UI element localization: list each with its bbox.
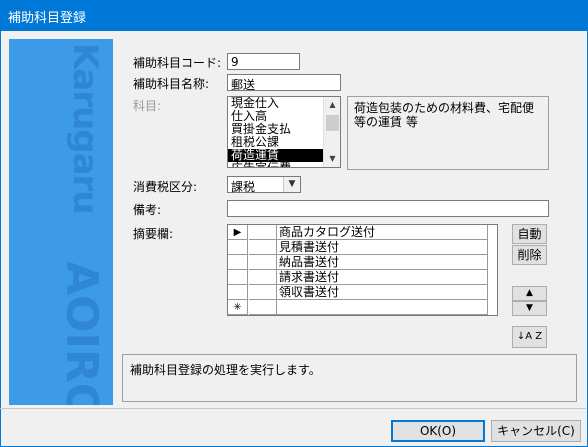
- chevron-down-icon[interactable]: ▼: [283, 177, 300, 192]
- table-cell-summary[interactable]: 請求書送付: [277, 270, 488, 285]
- table-cell-summary[interactable]: 納品書送付: [277, 255, 488, 270]
- scroll-thumb[interactable]: [326, 115, 339, 131]
- move-up-button[interactable]: ▲: [512, 286, 547, 301]
- tax-category-select[interactable]: 課税 ▼: [227, 176, 301, 194]
- table-cell-blank[interactable]: [249, 255, 277, 270]
- row-selector[interactable]: [228, 270, 248, 285]
- account-description: 荷造包装のための材料費、宅配便等の運賃 等: [347, 96, 549, 170]
- table-cell-summary[interactable]: 商品カタログ送付: [277, 225, 488, 240]
- brand-logo-top: Karugaru: [65, 43, 105, 214]
- table-row[interactable]: 見積書送付: [228, 240, 497, 255]
- delete-button[interactable]: 削除: [512, 245, 547, 265]
- account-label: 科目:: [133, 99, 162, 113]
- arrow-up-icon: ▲: [526, 288, 533, 298]
- ok-button[interactable]: OK(O): [391, 420, 485, 442]
- table-cell-blank[interactable]: [249, 225, 277, 240]
- footer-divider: [0, 408, 586, 409]
- table-row[interactable]: 納品書送付: [228, 255, 497, 270]
- code-input[interactable]: 9: [227, 53, 300, 70]
- status-message: 補助科目登録の処理を実行します。: [130, 363, 321, 377]
- auto-button[interactable]: 自動: [512, 224, 547, 244]
- account-scrollbar[interactable]: ▲ ▼: [323, 97, 340, 167]
- brand-side-panel: Karugaru AOIRO: [9, 39, 113, 405]
- table-cell-blank[interactable]: [249, 240, 277, 255]
- table-row[interactable]: 請求書送付: [228, 270, 497, 285]
- summary-grid[interactable]: ▶ 商品カタログ送付 見積書送付 納品書送付 請求書送付 領収書送付 ✳: [227, 224, 498, 316]
- table-cell-blank[interactable]: [249, 300, 277, 315]
- table-row[interactable]: 領収書送付: [228, 285, 497, 300]
- table-row[interactable]: ▶ 商品カタログ送付: [228, 225, 497, 240]
- name-input[interactable]: 郵送: [227, 74, 341, 91]
- row-selector[interactable]: [228, 285, 248, 300]
- name-label: 補助科目名称:: [133, 77, 210, 91]
- account-listbox[interactable]: 現金仕入 仕入高 買掛金支払 租税公課 荷造運賃 広告宣伝費 ▲ ▼: [227, 96, 341, 168]
- new-row-icon[interactable]: ✳: [228, 300, 248, 315]
- table-cell-blank[interactable]: [249, 285, 277, 300]
- window-title: 補助科目登録: [8, 11, 87, 26]
- cancel-button[interactable]: キャンセル(C): [491, 420, 581, 442]
- code-label: 補助科目コード:: [133, 56, 222, 70]
- tax-label: 消費税区分:: [133, 180, 198, 194]
- current-row-arrow-icon[interactable]: ▶: [228, 225, 248, 240]
- table-cell-summary[interactable]: 領収書送付: [277, 285, 488, 300]
- tax-category-value: 課税: [231, 180, 256, 194]
- move-down-button[interactable]: ▼: [512, 301, 547, 316]
- sort-button[interactable]: ↓A Z: [512, 326, 547, 348]
- remarks-input[interactable]: [227, 200, 549, 217]
- table-cell-blank[interactable]: [249, 270, 277, 285]
- table-row[interactable]: ✳: [228, 300, 497, 315]
- table-cell-summary[interactable]: [277, 300, 488, 315]
- row-selector[interactable]: [228, 240, 248, 255]
- arrow-down-icon: ▼: [526, 303, 533, 313]
- remarks-label: 備考:: [133, 203, 162, 217]
- brand-logo-bottom: AOIRO: [56, 261, 107, 405]
- summary-label: 摘要欄:: [133, 227, 174, 241]
- sort-ascending-icon: ↓A Z: [516, 331, 543, 342]
- scroll-down-arrow-icon[interactable]: ▼: [324, 151, 340, 167]
- title-bar: 補助科目登録: [0, 0, 588, 31]
- scroll-up-arrow-icon[interactable]: ▲: [324, 97, 340, 113]
- status-message-box: 補助科目登録の処理を実行します。: [122, 354, 577, 402]
- table-cell-summary[interactable]: 見積書送付: [277, 240, 488, 255]
- row-selector[interactable]: [228, 255, 248, 270]
